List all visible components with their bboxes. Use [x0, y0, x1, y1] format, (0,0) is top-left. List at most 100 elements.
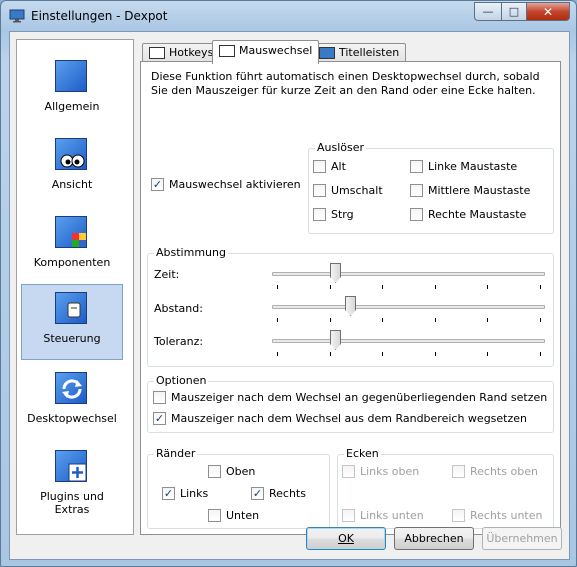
description-text: Diese Funktion führt automatisch einen D…	[151, 70, 540, 97]
checkbox-box	[410, 160, 423, 173]
group-legend: Optionen	[154, 374, 209, 388]
plus-icon	[55, 450, 87, 482]
slider-tick	[435, 318, 436, 322]
sidebar-item-allgemein[interactable]: Allgemein	[21, 52, 123, 128]
slider-tick	[382, 352, 383, 356]
checkbox-label: Strg	[331, 208, 354, 221]
tab-hotkeys[interactable]: Hotkeys	[142, 43, 221, 62]
checkbox-box	[153, 391, 166, 404]
checkbox-box: ✓	[251, 487, 264, 500]
distance-slider-label: Abstand:	[154, 302, 203, 315]
checkbox-box: ✓	[162, 487, 175, 500]
slider-tick	[330, 318, 331, 322]
edge-bottom-checkbox[interactable]: Unten	[208, 509, 259, 522]
sidebar-item-komponenten[interactable]: Komponenten	[21, 208, 123, 284]
slider-thumb[interactable]	[330, 263, 341, 283]
maximize-button[interactable]: □	[501, 2, 526, 21]
checkbox-label: Links oben	[360, 465, 420, 478]
button-label: Abbrechen	[404, 532, 464, 545]
corner-top-right-checkbox[interactable]: Rechts oben	[452, 465, 538, 478]
sidebar-item-desktopwechsel[interactable]: Desktopwechsel	[21, 364, 123, 440]
checkbox-box	[208, 465, 221, 478]
corner-bottom-right-checkbox[interactable]: Rechts unten	[452, 509, 542, 522]
maximize-icon: □	[508, 5, 520, 18]
window-icon	[319, 47, 335, 59]
checkbox-box	[313, 184, 326, 197]
time-slider-label: Zeit:	[154, 268, 180, 281]
trigger-shift-checkbox[interactable]: Umschalt	[313, 184, 383, 197]
components-glyph	[72, 233, 86, 247]
keyboard-icon	[149, 47, 165, 59]
tolerance-slider-label: Toleranz:	[154, 335, 204, 348]
group-legend: Auslöser	[315, 141, 367, 155]
trigger-middle-mouse-checkbox[interactable]: Mittlere Maustaste	[410, 184, 530, 197]
tab-label: Hotkeys	[169, 46, 214, 59]
checkbox-label: Umschalt	[331, 184, 383, 197]
button-label: Übernehmen	[486, 532, 558, 545]
checkbox-box: ✓	[151, 178, 164, 191]
trigger-ctrl-checkbox[interactable]: Strg	[313, 208, 354, 221]
trigger-right-mouse-checkbox[interactable]: Rechte Maustaste	[410, 208, 526, 221]
slider-thumb[interactable]	[330, 330, 341, 350]
slider-tick	[277, 285, 278, 289]
checkbox-label: Links	[180, 487, 209, 500]
checkbox-label: Mauszeiger nach dem Wechsel aus dem Rand…	[171, 412, 528, 425]
sidebar-item-label: Plugins und Extras	[40, 490, 104, 516]
components-icon	[55, 216, 87, 248]
checkbox-label: Oben	[226, 465, 256, 478]
corner-top-left-checkbox[interactable]: Links oben	[342, 465, 419, 478]
slider-tick	[435, 285, 436, 289]
trigger-alt-checkbox[interactable]: Alt	[313, 160, 346, 173]
corner-bottom-left-checkbox[interactable]: Links unten	[342, 509, 424, 522]
tab-label: Titelleisten	[339, 46, 400, 59]
checkbox-label: Links unten	[360, 509, 424, 522]
checkbox-label: Linke Maustaste	[428, 160, 518, 173]
edges-group: Ränder Oben ✓ Links ✓ Rechts Unten	[147, 447, 330, 529]
cancel-button[interactable]: Abbrechen	[394, 527, 474, 550]
slider-tick	[540, 352, 541, 356]
ok-button[interactable]: OK	[306, 527, 386, 550]
sidebar-item-label: Steuerung	[43, 332, 101, 345]
monitor-icon	[9, 9, 25, 23]
group-legend: Ecken	[344, 447, 381, 461]
checkbox-label: Rechts oben	[470, 465, 538, 478]
close-button[interactable]: ✕	[526, 2, 570, 21]
checkbox-box	[410, 184, 423, 197]
tab-mauswechsel[interactable]: Mauswechsel	[212, 40, 320, 64]
slider-tick	[382, 285, 383, 289]
checkbox-box	[313, 208, 326, 221]
sidebar-item-ansicht[interactable]: Ansicht	[21, 130, 123, 206]
general-icon	[55, 60, 87, 92]
move-away-checkbox[interactable]: ✓ Mauszeiger nach dem Wechsel aus dem Ra…	[153, 412, 527, 425]
category-sidebar: Allgemein Ansicht Komponenten Steuerung …	[16, 39, 134, 535]
checkbox-label: Unten	[226, 509, 260, 522]
title-bar[interactable]: Einstellungen - Dexpot — □ ✕	[1, 1, 576, 31]
sidebar-item-steuerung[interactable]: Steuerung	[21, 284, 123, 360]
tab-titelleisten[interactable]: Titelleisten	[312, 43, 407, 62]
eyes-icon	[55, 138, 87, 170]
edge-right-checkbox[interactable]: ✓ Rechts	[251, 487, 306, 500]
window-controls: — □ ✕	[474, 2, 570, 21]
sidebar-item-plugins[interactable]: Plugins und Extras	[21, 442, 123, 518]
tuning-group: Abstimmung Zeit: Abstand: Toleranz:	[147, 246, 554, 367]
slider-thumb[interactable]	[345, 296, 356, 316]
settings-window: Einstellungen - Dexpot — □ ✕ Allgemein A…	[0, 0, 577, 567]
opposite-edge-checkbox[interactable]: Mauszeiger nach dem Wechsel an gegenüber…	[153, 391, 547, 404]
cursor-icon	[219, 45, 235, 57]
apply-button[interactable]: Übernehmen	[482, 527, 562, 550]
slider-tick	[330, 352, 331, 356]
activate-checkbox[interactable]: ✓ Mauswechsel aktivieren	[151, 178, 301, 191]
control-icon	[55, 292, 87, 324]
slider-track	[272, 272, 545, 276]
slider-tick	[540, 285, 541, 289]
button-label: OK	[338, 532, 354, 545]
edge-top-checkbox[interactable]: Oben	[208, 465, 255, 478]
edge-left-checkbox[interactable]: ✓ Links	[162, 487, 208, 500]
trigger-left-mouse-checkbox[interactable]: Linke Maustaste	[410, 160, 517, 173]
slider-tick	[487, 285, 488, 289]
close-icon: ✕	[542, 4, 554, 19]
minimize-button[interactable]: —	[474, 2, 501, 21]
window-title: Einstellungen - Dexpot	[31, 9, 168, 23]
sidebar-item-label: Allgemein	[44, 100, 100, 113]
dialog-client-area: Allgemein Ansicht Komponenten Steuerung …	[9, 31, 570, 560]
